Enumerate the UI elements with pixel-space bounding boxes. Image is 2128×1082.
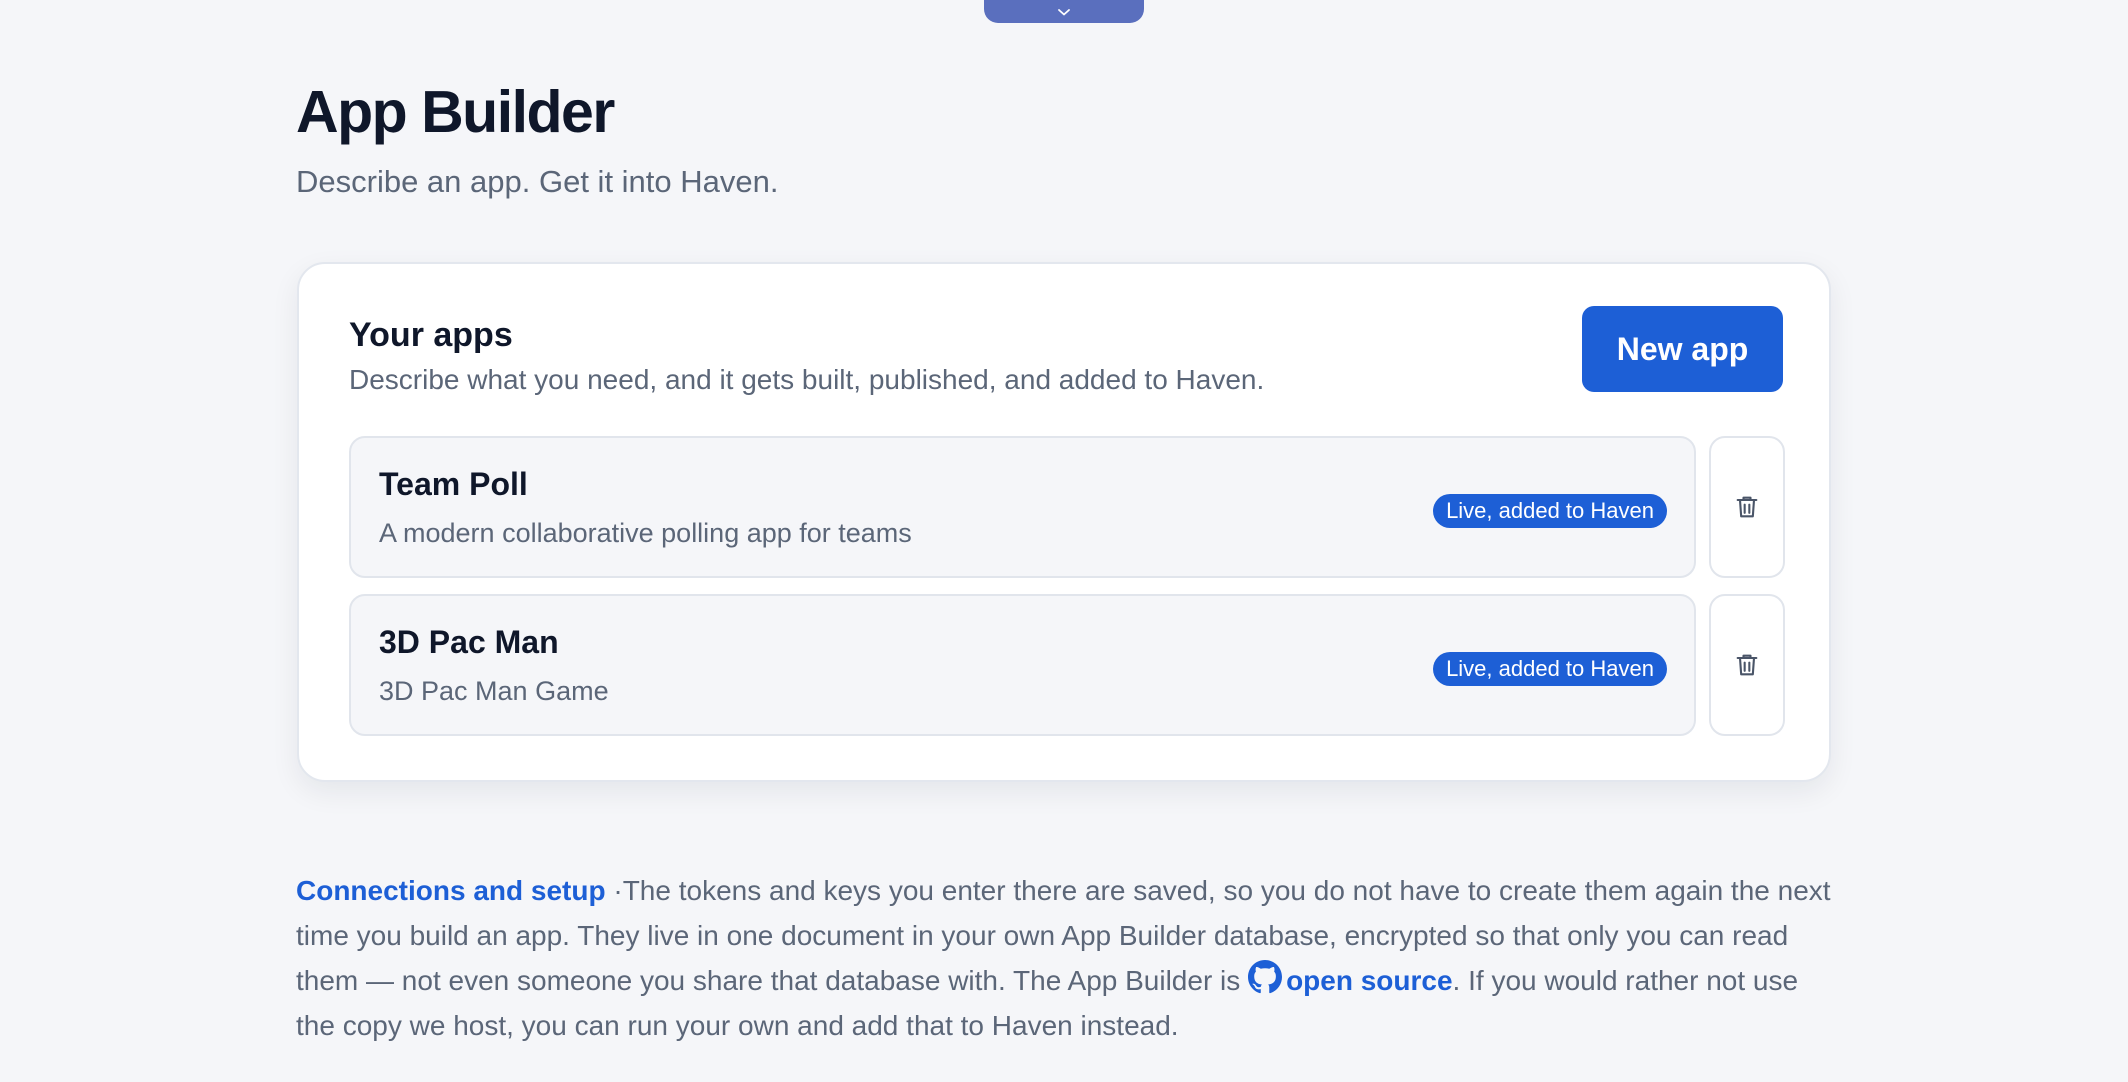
footer-separator: · xyxy=(605,875,623,906)
status-badge: Live, added to Haven xyxy=(1433,494,1667,528)
trash-icon xyxy=(1736,496,1758,518)
delete-app-button[interactable] xyxy=(1709,594,1785,736)
status-badge: Live, added to Haven xyxy=(1433,652,1667,686)
open-source-link[interactable]: open source xyxy=(1286,965,1452,996)
app-description: A modern collaborative polling app for t… xyxy=(379,518,912,548)
app-name: 3D Pac Man xyxy=(379,624,559,660)
collapse-toggle-tab[interactable] xyxy=(984,0,1144,23)
page-subtitle: Describe an app. Get it into Haven. xyxy=(296,164,779,199)
app-name: Team Poll xyxy=(379,466,528,502)
app-description: 3D Pac Man Game xyxy=(379,676,609,706)
apps-card-description: Describe what you need, and it gets buil… xyxy=(349,364,1265,395)
apps-card-title: Your apps xyxy=(349,316,513,354)
page-title: App Builder xyxy=(296,79,615,145)
chevron-down-icon xyxy=(1058,8,1070,15)
footer-paragraph: Connections and setup ·The tokens and ke… xyxy=(296,868,1836,1048)
delete-app-button[interactable] xyxy=(1709,436,1785,578)
app-row-3d-pac-man[interactable]: 3D Pac Man 3D Pac Man Game Live, added t… xyxy=(349,594,1696,736)
trash-icon xyxy=(1736,654,1758,676)
open-source-link-wrapper[interactable]: open source xyxy=(1248,960,1453,996)
connections-setup-link[interactable]: Connections and setup xyxy=(296,875,606,906)
github-icon xyxy=(1248,960,1283,994)
apps-card: Your apps Describe what you need, and it… xyxy=(297,262,1831,782)
app-row-team-poll[interactable]: Team Poll A modern collaborative polling… xyxy=(349,436,1696,578)
new-app-button[interactable]: New app xyxy=(1582,306,1783,392)
